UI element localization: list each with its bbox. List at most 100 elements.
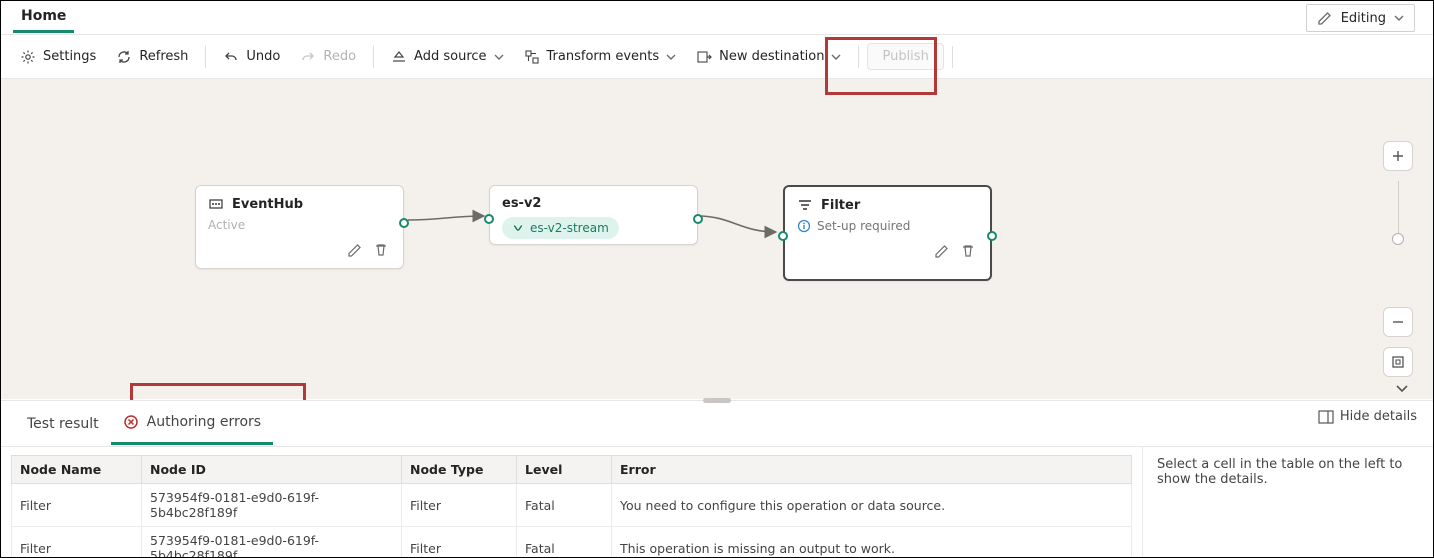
add-source-button[interactable]: Add source xyxy=(382,44,512,70)
cell[interactable]: Filter xyxy=(402,484,517,527)
settings-label: Settings xyxy=(43,49,96,64)
delete-node-eventhub[interactable] xyxy=(371,240,391,260)
port-out-eventhub[interactable] xyxy=(399,218,409,228)
tab-authoring-errors[interactable]: Authoring errors xyxy=(111,402,273,445)
chevron-down-icon xyxy=(666,52,676,62)
undo-icon xyxy=(223,49,239,65)
filter-icon xyxy=(797,197,813,213)
add-source-icon xyxy=(391,49,407,65)
new-destination-label: New destination xyxy=(719,49,824,64)
chevron-down-icon xyxy=(494,52,504,62)
plus-icon xyxy=(1391,149,1405,163)
trash-icon xyxy=(373,242,389,258)
cell[interactable]: 573954f9-0181-e9d0-619f-5b4bc28f189f xyxy=(142,527,402,558)
node-esv2[interactable]: es-v2 es-v2-stream xyxy=(489,185,698,245)
cell[interactable]: Filter xyxy=(12,484,142,527)
zoom-slider[interactable] xyxy=(1398,181,1399,241)
divider xyxy=(205,46,206,68)
destination-icon xyxy=(696,49,712,65)
gear-icon xyxy=(20,49,36,65)
error-icon xyxy=(123,414,139,430)
node-esv2-title: es-v2 xyxy=(502,196,541,211)
undo-label: Undo xyxy=(246,49,280,64)
zoom-thumb[interactable] xyxy=(1392,233,1404,245)
divider xyxy=(373,46,374,68)
edit-node-eventhub[interactable] xyxy=(345,240,365,260)
transform-events-button[interactable]: Transform events xyxy=(515,44,686,70)
col-node-type[interactable]: Node Type xyxy=(402,456,517,484)
new-destination-button[interactable]: New destination xyxy=(687,44,850,70)
publish-label: Publish xyxy=(882,49,928,64)
transform-label: Transform events xyxy=(547,49,660,64)
redo-icon xyxy=(300,49,316,65)
pencil-icon xyxy=(1317,10,1333,26)
zoom-in-button[interactable] xyxy=(1383,141,1413,171)
tab-test-result[interactable]: Test result xyxy=(15,404,111,444)
port-out-esv2[interactable] xyxy=(693,214,703,224)
bottom-panel: Test result Authoring errors Hide detail… xyxy=(1,400,1433,557)
fit-icon xyxy=(1391,355,1405,369)
cell[interactable]: 573954f9-0181-e9d0-619f-5b4bc28f189f xyxy=(142,484,402,527)
details-hint: Select a cell in the table on the left t… xyxy=(1157,457,1402,487)
divider xyxy=(858,46,859,68)
trash-icon xyxy=(960,243,976,259)
refresh-button[interactable]: Refresh xyxy=(107,44,197,70)
table-row[interactable]: Filter 573954f9-0181-e9d0-619f-5b4bc28f1… xyxy=(12,527,1132,558)
refresh-icon xyxy=(116,49,132,65)
cell[interactable]: This operation is missing an output to w… xyxy=(612,527,1132,558)
pencil-icon xyxy=(347,242,363,258)
hide-details-label: Hide details xyxy=(1340,409,1417,424)
tab-authoring-errors-label: Authoring errors xyxy=(147,414,261,430)
tab-home[interactable]: Home xyxy=(13,2,74,33)
refresh-label: Refresh xyxy=(139,49,188,64)
errors-table[interactable]: Node Name Node ID Node Type Level Error … xyxy=(11,455,1132,557)
publish-button: Publish xyxy=(867,43,943,70)
node-eventhub-sub: Active xyxy=(208,218,391,232)
transform-icon xyxy=(524,49,540,65)
cell[interactable]: Fatal xyxy=(517,527,612,558)
redo-label: Redo xyxy=(323,49,356,64)
stream-pill-label: es-v2-stream xyxy=(530,221,609,235)
hide-details-icon xyxy=(1318,410,1334,424)
editing-label: Editing xyxy=(1341,11,1386,26)
divider xyxy=(952,46,953,68)
info-icon xyxy=(797,219,811,233)
redo-button: Redo xyxy=(291,44,365,70)
panel-collapse-caret[interactable] xyxy=(1393,379,1411,397)
edit-node-filter[interactable] xyxy=(932,241,952,261)
cell[interactable]: Filter xyxy=(402,527,517,558)
cell[interactable]: Fatal xyxy=(517,484,612,527)
settings-button[interactable]: Settings xyxy=(11,44,105,70)
cell[interactable]: Filter xyxy=(12,527,142,558)
minus-icon xyxy=(1391,315,1405,329)
col-node-name[interactable]: Node Name xyxy=(12,456,142,484)
table-row[interactable]: Filter 573954f9-0181-e9d0-619f-5b4bc28f1… xyxy=(12,484,1132,527)
node-eventhub[interactable]: EventHub Active xyxy=(195,185,404,269)
node-filter-title: Filter xyxy=(821,198,860,213)
zoom-out-button[interactable] xyxy=(1383,307,1413,337)
canvas[interactable]: EventHub Active es-v2 es-v2-stream Filte… xyxy=(1,79,1433,399)
editing-mode-button[interactable]: Editing xyxy=(1306,4,1415,32)
undo-button[interactable]: Undo xyxy=(214,44,289,70)
node-eventhub-title: EventHub xyxy=(232,197,303,212)
chevron-down-icon xyxy=(831,52,841,62)
port-in-esv2[interactable] xyxy=(484,214,494,224)
cell[interactable]: You need to configure this operation or … xyxy=(612,484,1132,527)
errors-table-wrap: Node Name Node ID Node Type Level Error … xyxy=(1,447,1143,557)
col-level[interactable]: Level xyxy=(517,456,612,484)
port-out-filter[interactable] xyxy=(987,231,997,241)
fit-to-screen-button[interactable] xyxy=(1383,347,1413,377)
col-error[interactable]: Error xyxy=(612,456,1132,484)
details-pane: Select a cell in the table on the left t… xyxy=(1143,447,1433,557)
eventhub-icon xyxy=(208,196,224,212)
port-in-filter[interactable] xyxy=(778,231,788,241)
stream-pill[interactable]: es-v2-stream xyxy=(502,217,619,239)
toolbar: Settings Refresh Undo Redo Add source Tr… xyxy=(1,35,1433,79)
add-source-label: Add source xyxy=(414,49,486,64)
hide-details-button[interactable]: Hide details xyxy=(1318,409,1417,424)
node-filter[interactable]: Filter Set-up required xyxy=(783,185,992,281)
node-filter-sub: Set-up required xyxy=(817,219,910,233)
pencil-icon xyxy=(934,243,950,259)
delete-node-filter[interactable] xyxy=(958,241,978,261)
col-node-id[interactable]: Node ID xyxy=(142,456,402,484)
